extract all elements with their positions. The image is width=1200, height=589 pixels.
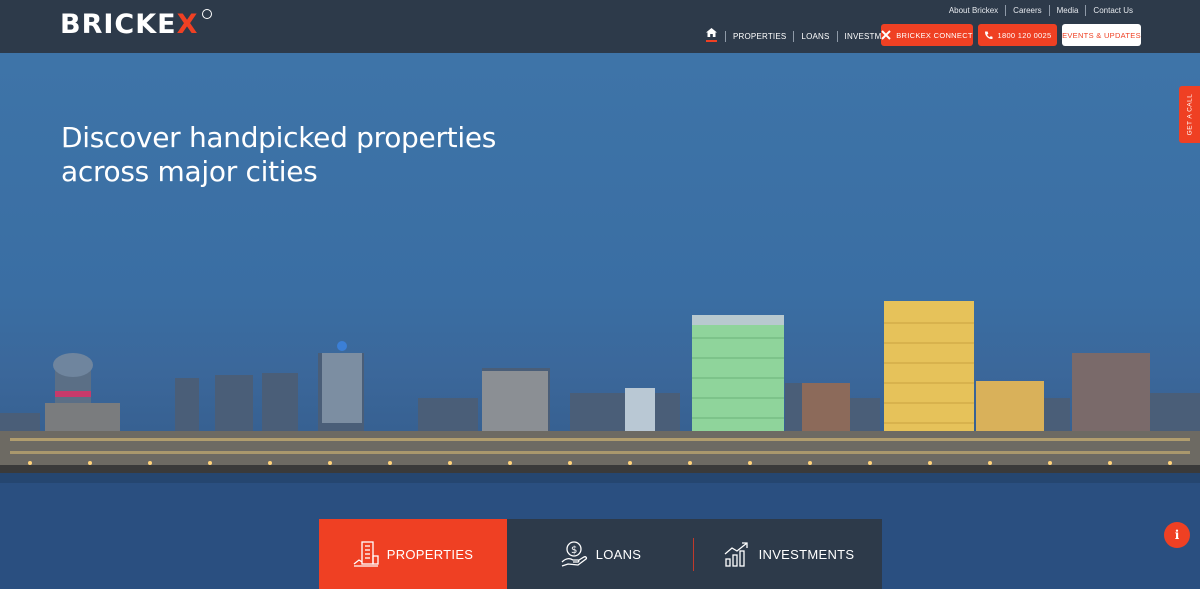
tab-properties-label: PROPERTIES (386, 546, 474, 562)
nav-home[interactable] (703, 28, 719, 44)
top-link-contact[interactable]: Contact Us (1085, 5, 1140, 16)
get-a-call-tab[interactable]: GET A CALL (1179, 86, 1200, 143)
trademark-icon (202, 9, 212, 19)
top-link-about[interactable]: About Brickex (942, 5, 1005, 16)
site-header: BRICKEX About Brickex Careers Media Cont… (0, 0, 1200, 53)
phone-button[interactable]: 1800 120 0025 (978, 24, 1057, 46)
tab-investments-label: INVESTMENTS (758, 546, 855, 562)
svg-text:$: $ (571, 545, 578, 556)
get-call-label: GET A CALL (1186, 93, 1194, 136)
nav-properties[interactable]: PROPERTIES (725, 30, 793, 42)
headline-line-2: across major cities (61, 155, 318, 188)
tab-loans[interactable]: $ LOANS (507, 519, 695, 589)
tab-investments[interactable]: INVESTMENTS (695, 519, 882, 589)
brickex-x-icon (881, 30, 891, 40)
info-icon: i (1174, 528, 1180, 542)
active-indicator (705, 40, 717, 42)
main-nav: PROPERTIES LOANS INVESTMENTS (703, 28, 911, 44)
info-button[interactable]: i (1164, 522, 1190, 548)
logo-wordmark: BRICKEX (60, 9, 199, 40)
events-label: EVENTS & UPDATES (1062, 30, 1141, 40)
nav-loans[interactable]: LOANS (793, 30, 836, 42)
top-link-careers[interactable]: Careers (1005, 5, 1048, 16)
connect-label: BRICKEX CONNECT (896, 30, 973, 40)
top-link-media[interactable]: Media (1048, 5, 1086, 16)
home-icon (705, 28, 717, 37)
tab-loans-label: LOANS (595, 546, 642, 562)
events-updates-button[interactable]: EVENTS & UPDATES (1062, 24, 1141, 46)
tab-properties[interactable]: PROPERTIES (319, 519, 507, 589)
brickex-connect-button[interactable]: BRICKEX CONNECT (881, 24, 973, 46)
hero-banner: Discover handpicked properties across ma… (0, 53, 1200, 589)
money-hand-icon: $ (561, 541, 587, 567)
category-tabs: PROPERTIES $ LOANS INVESTMENTS (319, 519, 882, 589)
hero-headline: Discover handpicked properties across ma… (61, 121, 581, 189)
growth-chart-icon (724, 542, 748, 567)
top-links: About Brickex Careers Media Contact Us (942, 5, 1140, 16)
brickex-logo[interactable]: BRICKEX (60, 9, 212, 40)
phone-label: 1800 120 0025 (997, 30, 1052, 40)
building-icon (353, 541, 379, 567)
phone-icon (984, 30, 993, 39)
headline-line-1: Discover handpicked properties (61, 121, 497, 154)
